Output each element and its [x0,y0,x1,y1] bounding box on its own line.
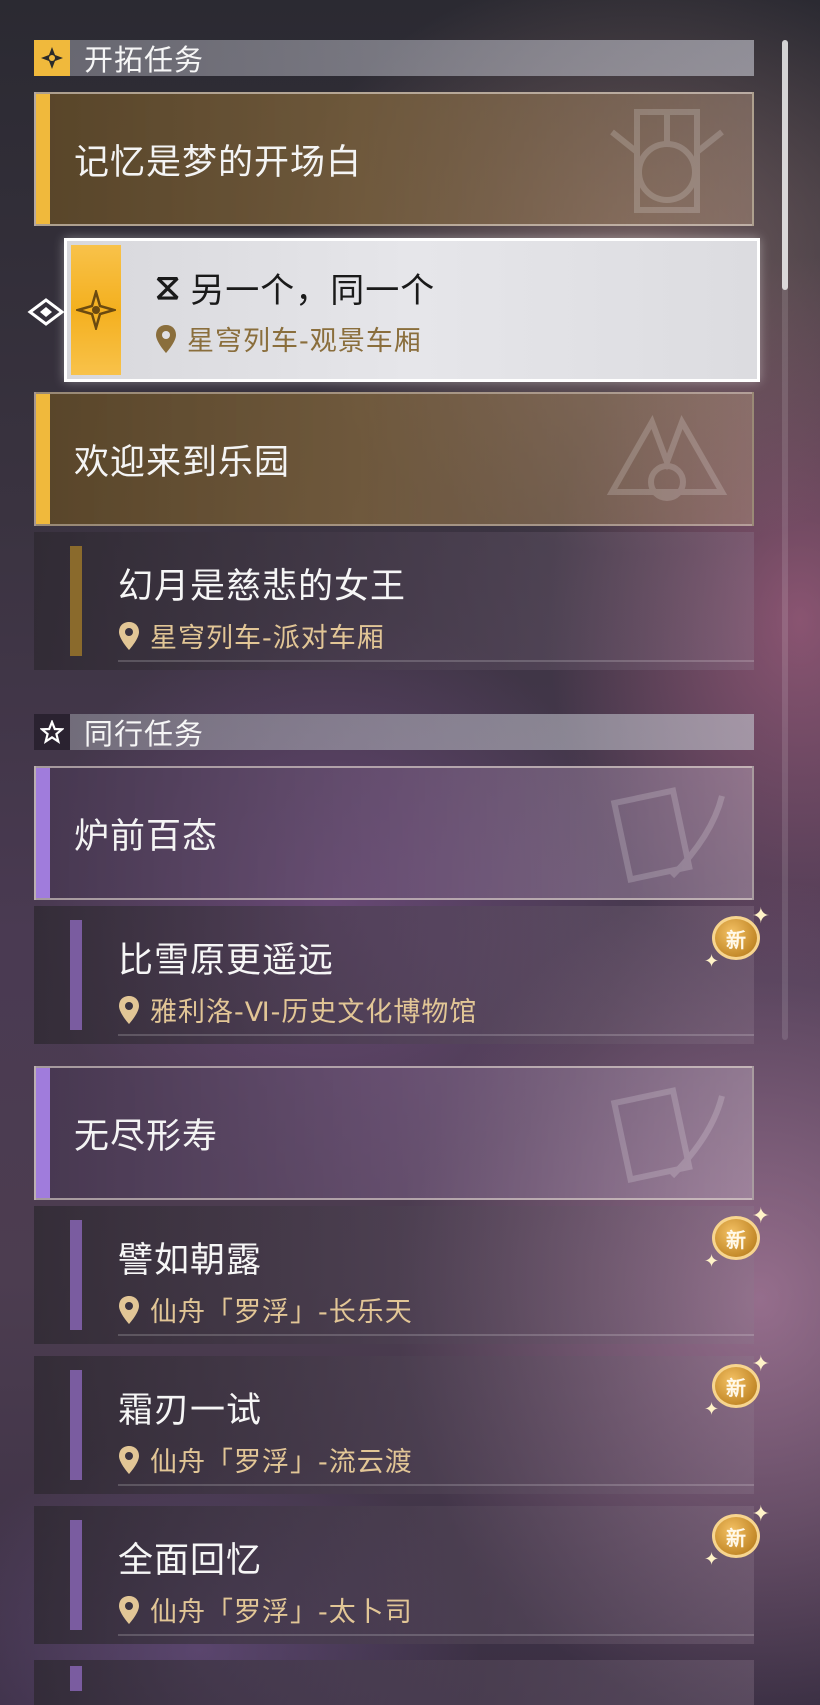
parent-quest-memory[interactable]: 记忆是梦的开场白 [34,92,754,226]
sub-quest-moon-queen[interactable]: 幻月是慈悲的女王 星穹列车-派对车厢 [34,532,754,670]
new-badge: 新 ✦ ✦ [704,1502,770,1570]
new-badge: 新 ✦ ✦ [704,904,770,972]
sparkle-icon: ✦ [751,1502,770,1527]
quest-type-bar [36,768,50,898]
location-pin-icon [119,1445,139,1474]
quest-emblem-icon [610,109,724,213]
selection-pointer-icon [27,298,65,326]
sparkle-icon: ✦ [751,904,770,929]
parent-quest-title: 记忆是梦的开场白 [74,142,363,183]
sub-quest-total-recall[interactable]: 全面回忆 仙舟「罗浮」-太卜司 [34,1506,754,1644]
parent-quest-hearth[interactable]: 炉前百态 [34,766,754,900]
quest-type-bar [70,1520,82,1630]
sparkle-icon: ✦ [751,1204,770,1229]
sparkle-icon: ✦ [704,1251,720,1272]
quest-emblem-icon [606,414,728,501]
parent-quest-title: 欢迎来到乐园 [74,442,291,483]
section-header-companion: 同行任务 [34,714,754,751]
star-icon [34,714,70,750]
sparkle-icon: ✦ [704,1549,720,1570]
scrollbar-thumb[interactable] [782,40,788,290]
divider [118,1634,754,1636]
quest-type-bar [70,1370,82,1480]
quest-type-bar [70,920,82,1030]
location-pin-icon [119,1295,139,1324]
parent-quest-title: 炉前百态 [74,816,219,857]
quest-location: 星穹列车-派对车厢 [150,623,385,654]
quest-location: 仙舟「罗浮」-太卜司 [150,1597,413,1628]
quest-location: 雅利洛-Ⅵ-历史文化博物馆 [150,997,478,1028]
quest-type-bar [36,394,50,524]
parent-quest-paradise[interactable]: 欢迎来到乐园 [34,392,754,526]
sub-quest-beyond-snow[interactable]: 比雪原更遥远 雅利洛-Ⅵ-历史文化博物馆 [34,906,754,1044]
divider [118,1034,754,1036]
quest-title: 譬如朝露 [118,1241,263,1281]
trailblaze-diamond-icon [34,40,70,76]
parent-quest-endless[interactable]: 无尽形寿 [34,1066,754,1200]
quest-location: 星穹列车-观景车厢 [187,326,422,357]
divider [118,1334,754,1336]
section-title: 开拓任务 [84,43,205,77]
quest-location: 仙舟「罗浮」-流云渡 [150,1447,413,1478]
quest-type-bar [70,546,82,656]
sub-quest-morning-dew[interactable]: 譬如朝露 仙舟「罗浮」-长乐天 [34,1206,754,1344]
quest-emblem-icon [610,1087,725,1183]
quest-title: 幻月是慈悲的女王 [118,567,407,607]
divider [118,660,754,662]
quest-type-bar [70,1666,82,1691]
sparkle-icon: ✦ [704,951,720,972]
quest-type-bar [36,1068,50,1198]
sub-quest-frost-blade[interactable]: 霜刃一试 仙舟「罗浮」-流云渡 [34,1356,754,1494]
location-pin-icon [119,621,139,650]
selected-quest-another-same[interactable]: ⧖ 另一个，同一个 星穹列车-观景车厢 [64,238,760,382]
location-pin-icon [119,995,139,1024]
sparkle-icon: ✦ [704,1399,720,1420]
quest-title: 全面回忆 [118,1541,263,1581]
quest-title: 霜刃一试 [118,1391,263,1431]
hourglass-icon: ⧖ [155,266,181,308]
section-header-trailblaze: 开拓任务 [34,40,754,77]
divider [118,1484,754,1486]
location-pin-icon [119,1595,139,1624]
sub-quest-partial[interactable] [34,1660,754,1705]
parent-quest-title: 无尽形寿 [74,1116,219,1157]
quest-type-bar [36,94,50,224]
section-title: 同行任务 [84,717,205,751]
quest-emblem-icon [610,787,725,883]
compass-star-icon [76,290,116,330]
quest-type-bar [70,1220,82,1330]
sparkle-icon: ✦ [751,1352,770,1377]
quest-title: 比雪原更遥远 [118,941,335,981]
quest-location: 仙舟「罗浮」-长乐天 [150,1297,413,1328]
new-badge: 新 ✦ ✦ [704,1204,770,1272]
quest-title: 另一个，同一个 [190,271,436,311]
new-badge: 新 ✦ ✦ [704,1352,770,1420]
tracking-badge [71,245,121,375]
location-pin-icon [156,324,176,353]
